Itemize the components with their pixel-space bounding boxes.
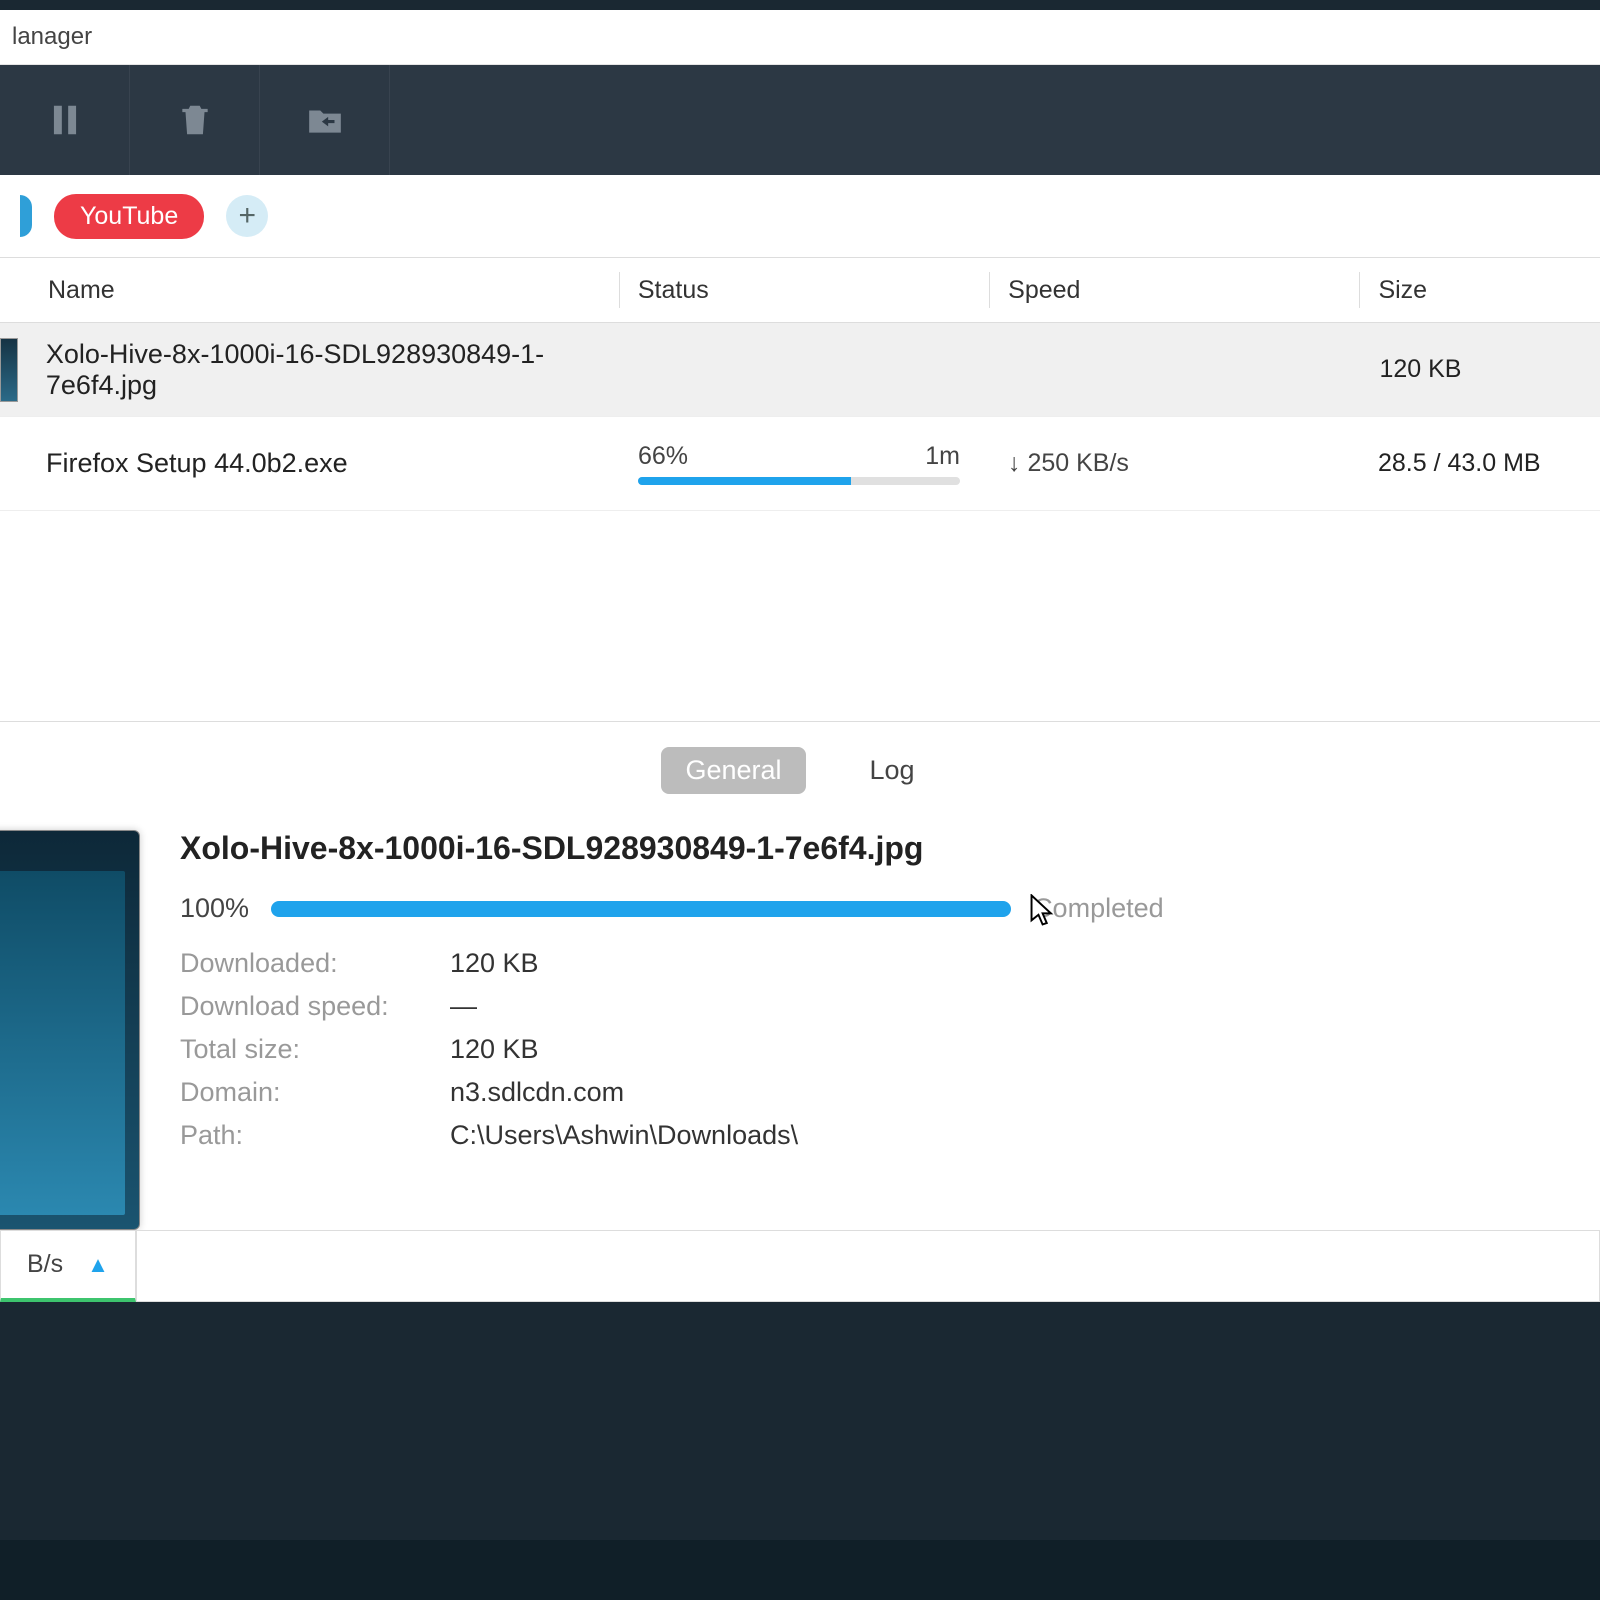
folder-open-icon bbox=[306, 101, 344, 139]
chip-partial[interactable] bbox=[20, 195, 32, 237]
table-row[interactable]: Firefox Setup 44.0b2.exe 66% 1m ↓ 250 KB… bbox=[0, 417, 1600, 511]
titlebar: lanager bbox=[0, 10, 1600, 65]
details-panel: General Log Xolo-Hive-8x-1000i-16-SDL928… bbox=[0, 721, 1600, 1301]
delete-button[interactable] bbox=[130, 65, 260, 175]
col-speed-header[interactable]: Speed bbox=[990, 276, 1359, 305]
detail-filename: Xolo-Hive-8x-1000i-16-SDL928930849-1-7e6… bbox=[180, 830, 1570, 867]
detail-percent: 100% bbox=[180, 893, 249, 924]
trash-icon bbox=[176, 101, 214, 139]
value-total: 120 KB bbox=[450, 1034, 539, 1065]
add-chip-button[interactable]: + bbox=[226, 195, 268, 237]
speed-unit: B/s bbox=[27, 1250, 63, 1279]
detail-status: Completed bbox=[1033, 893, 1164, 924]
file-name: Xolo-Hive-8x-1000i-16-SDL928930849-1-7e6… bbox=[46, 339, 544, 400]
download-speed: ↓ 250 KB/s bbox=[990, 449, 1360, 478]
file-size: 28.5 / 43.0 MB bbox=[1360, 449, 1600, 478]
col-name-header[interactable]: Name bbox=[0, 276, 619, 305]
speed-widget[interactable]: B/s ▲ bbox=[0, 1230, 136, 1302]
label-total: Total size: bbox=[180, 1034, 450, 1065]
detail-progress-bar bbox=[271, 901, 1011, 917]
tab-log[interactable]: Log bbox=[846, 747, 939, 794]
toolbar bbox=[0, 65, 1600, 175]
status-bar: B/s ▲ bbox=[0, 1230, 1600, 1302]
value-downloaded: 120 KB bbox=[450, 948, 539, 979]
pause-button[interactable] bbox=[0, 65, 130, 175]
value-speed: — bbox=[450, 991, 477, 1022]
youtube-chip[interactable]: YouTube bbox=[54, 194, 204, 239]
progress-bar bbox=[638, 477, 960, 485]
chevron-up-icon: ▲ bbox=[87, 1252, 109, 1278]
pause-icon bbox=[46, 101, 84, 139]
details-tabs: General Log bbox=[0, 740, 1600, 800]
progress-fill bbox=[638, 477, 851, 485]
open-folder-button[interactable] bbox=[260, 65, 390, 175]
file-name: Firefox Setup 44.0b2.exe bbox=[46, 448, 348, 478]
preview-thumbnail bbox=[0, 830, 140, 1230]
col-status-header[interactable]: Status bbox=[620, 276, 989, 305]
value-domain: n3.sdlcdn.com bbox=[450, 1077, 624, 1108]
file-thumbnail-icon bbox=[0, 338, 18, 402]
value-path: C:\Users\Ashwin\Downloads\ bbox=[450, 1120, 798, 1151]
download-eta: 1m bbox=[925, 442, 960, 471]
download-percent: 66% bbox=[638, 442, 688, 471]
col-size-header[interactable]: Size bbox=[1360, 276, 1600, 305]
label-path: Path: bbox=[180, 1120, 450, 1151]
label-downloaded: Downloaded: bbox=[180, 948, 450, 979]
table-row[interactable]: Xolo-Hive-8x-1000i-16-SDL928930849-1-7e6… bbox=[0, 323, 1600, 417]
tab-general[interactable]: General bbox=[661, 747, 805, 794]
label-domain: Domain: bbox=[180, 1077, 450, 1108]
app-title: lanager bbox=[12, 23, 92, 51]
label-speed: Download speed: bbox=[180, 991, 450, 1022]
table-header: Name Status Speed Size bbox=[0, 257, 1600, 323]
filter-bar: YouTube + bbox=[0, 175, 1600, 257]
file-size: 120 KB bbox=[1361, 355, 1600, 384]
app-window: lanager YouTube + Name Status Speed Size… bbox=[0, 10, 1600, 1301]
